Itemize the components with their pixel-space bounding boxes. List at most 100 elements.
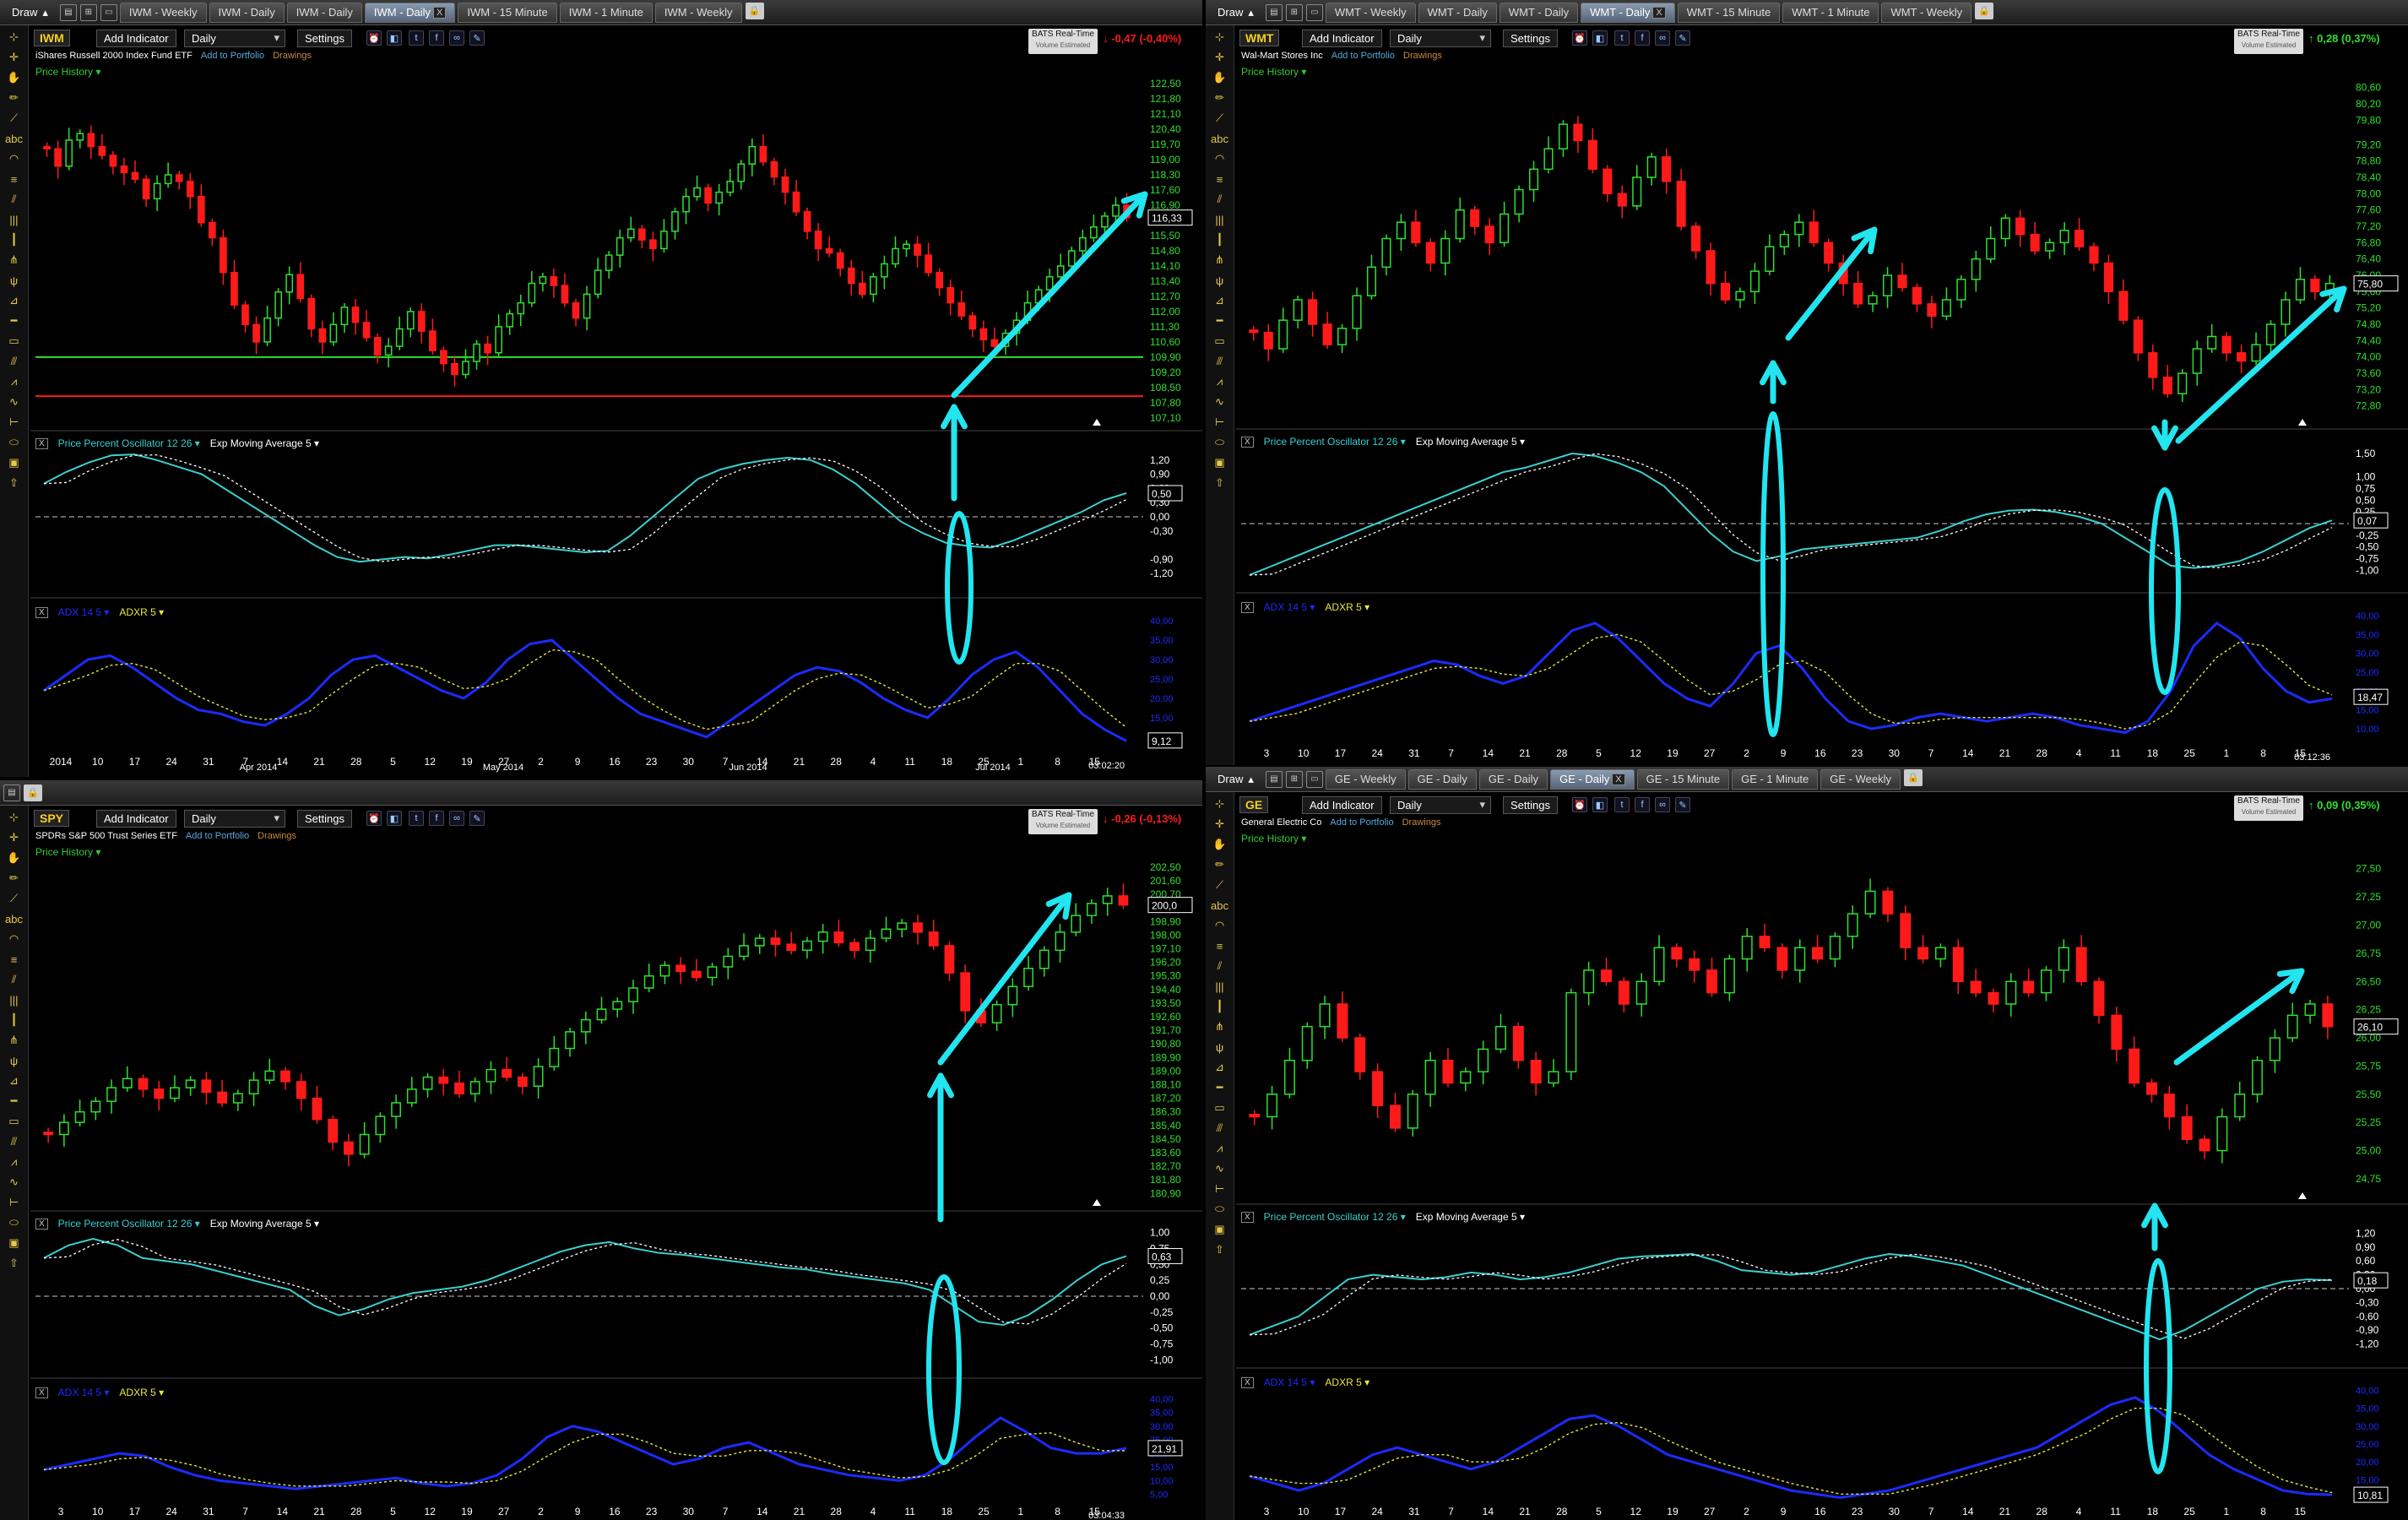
pencil-icon[interactable]: ✏: [1210, 90, 1230, 106]
draw-menu-button[interactable]: Draw ▴: [3, 3, 57, 23]
gann-icon[interactable]: ⊿: [4, 292, 24, 309]
trendline-icon[interactable]: ⟋: [4, 110, 24, 127]
tab-ge-1-minute-5[interactable]: GE - 1 Minute: [1732, 768, 1819, 790]
hand-icon[interactable]: ✋: [4, 850, 24, 866]
trendline-icon[interactable]: ⟋: [1210, 110, 1230, 127]
arc-icon[interactable]: ◠: [4, 931, 24, 947]
tab-iwm-daily-1[interactable]: IWM - Daily: [209, 2, 285, 23]
fork-icon[interactable]: ⋔: [4, 1032, 24, 1049]
channel-icon[interactable]: ⫽: [1210, 191, 1230, 208]
indicator-overlay-name[interactable]: Exp Moving Average 5 ▾: [1416, 1211, 1525, 1223]
close-indicator-button[interactable]: X: [35, 437, 48, 449]
gann-icon[interactable]: ⊿: [1210, 292, 1230, 309]
indicator-overlay-name[interactable]: ADXR 5 ▾: [1325, 601, 1369, 613]
fork-icon[interactable]: ⋔: [1210, 252, 1230, 269]
rectangle-icon[interactable]: ▭: [1210, 333, 1230, 350]
indicator-overlay-name[interactable]: Exp Moving Average 5 ▾: [210, 437, 319, 449]
zigzag-icon[interactable]: ⩘: [4, 373, 24, 390]
vertical-line-icon[interactable]: ┃: [4, 231, 24, 248]
note-icon[interactable]: ▣: [4, 454, 24, 471]
rectangle-icon[interactable]: ▭: [1210, 1099, 1230, 1116]
tab-wmt-daily-3[interactable]: WMT - Daily X: [1581, 2, 1675, 23]
layout-icon[interactable]: ▤: [1265, 770, 1283, 788]
close-indicator-button[interactable]: X: [1241, 436, 1254, 448]
tab-wmt-daily-1[interactable]: WMT - Daily: [1418, 2, 1497, 23]
tab-iwm-1-minute-5[interactable]: IWM - 1 Minute: [559, 2, 653, 23]
arc-icon[interactable]: ◠: [1210, 150, 1230, 167]
vertical-line-icon[interactable]: ┃: [1210, 231, 1230, 248]
fib-icon[interactable]: ≡: [1210, 171, 1230, 187]
tab-iwm-daily-3[interactable]: IWM - Daily X: [364, 2, 456, 23]
zigzag-icon[interactable]: ⩘: [1210, 373, 1230, 390]
regression-icon[interactable]: ⫻: [4, 1133, 24, 1150]
pencil-icon[interactable]: ✏: [1210, 856, 1230, 873]
price-history-label[interactable]: Price History ▾: [35, 66, 100, 78]
price-history-label[interactable]: Price History ▾: [1241, 66, 1306, 78]
text-icon[interactable]: abc: [4, 130, 24, 147]
indicator-name[interactable]: ADX 14 5 ▾: [58, 1387, 110, 1398]
rectangle-icon[interactable]: ▭: [4, 1113, 24, 1130]
tab-wmt-daily-2[interactable]: WMT - Daily: [1499, 2, 1579, 23]
rectangle-icon[interactable]: ▭: [4, 333, 24, 350]
pencil-icon[interactable]: ✏: [4, 90, 24, 106]
cursor-icon[interactable]: ⊹: [1210, 795, 1230, 812]
close-indicator-button[interactable]: X: [35, 606, 48, 618]
lock-icon[interactable]: 🔒: [24, 784, 42, 801]
tab-iwm-weekly-0[interactable]: IWM - Weekly: [119, 2, 207, 23]
indicator-name[interactable]: Price Percent Oscillator 12 26 ▾: [1264, 1211, 1406, 1223]
text-icon[interactable]: abc: [4, 910, 24, 927]
channel-icon[interactable]: ⫽: [1210, 958, 1230, 974]
indicator-overlay-name[interactable]: Exp Moving Average 5 ▾: [210, 1218, 319, 1230]
indicator-name[interactable]: ADX 14 5 ▾: [1264, 601, 1315, 613]
wave-icon[interactable]: ∿: [1210, 1160, 1230, 1177]
tab-ge-15-minute-4[interactable]: GE - 15 Minute: [1636, 768, 1730, 790]
pitchfork-icon[interactable]: ψ: [1210, 1039, 1230, 1056]
bars-icon[interactable]: |||: [1210, 211, 1230, 228]
grid-icon[interactable]: ⊞: [1285, 3, 1303, 21]
tab-iwm-weekly-6[interactable]: IWM - Weekly: [654, 2, 742, 23]
hand-icon[interactable]: ✋: [1210, 69, 1230, 86]
tab-iwm-daily-2[interactable]: IWM - Daily: [286, 2, 362, 23]
zigzag-icon[interactable]: ⩘: [1210, 1140, 1230, 1157]
layout-icon[interactable]: ▤: [59, 3, 77, 21]
price-history-label[interactable]: Price History ▾: [1241, 833, 1306, 844]
grid-icon[interactable]: ⊞: [79, 3, 97, 21]
ellipse-icon[interactable]: ⬭: [4, 434, 24, 451]
hand-icon[interactable]: ✋: [4, 69, 24, 86]
tab-ge-weekly-0[interactable]: GE - Weekly: [1325, 768, 1406, 790]
lock-icon[interactable]: 🔒: [1904, 768, 1923, 786]
price-history-label[interactable]: Price History ▾: [35, 846, 100, 858]
fork-icon[interactable]: ⋔: [1210, 1018, 1230, 1035]
tab-wmt-1-minute-5[interactable]: WMT - 1 Minute: [1782, 2, 1879, 23]
fib-icon[interactable]: ≡: [4, 951, 24, 968]
close-indicator-button[interactable]: X: [35, 1387, 48, 1398]
bars-icon[interactable]: |||: [4, 211, 24, 228]
horizontal-line-icon[interactable]: ━: [1210, 1079, 1230, 1096]
pitchfork-icon[interactable]: ψ: [4, 1052, 24, 1069]
tab-close-button[interactable]: X: [1612, 773, 1625, 785]
arc-icon[interactable]: ◠: [4, 150, 24, 167]
trendline-icon[interactable]: ⟋: [1210, 877, 1230, 893]
close-indicator-button[interactable]: X: [35, 1218, 48, 1230]
tab-ge-daily-1[interactable]: GE - Daily: [1407, 768, 1477, 790]
arrow-up-icon[interactable]: ⇧: [1210, 475, 1230, 491]
fork-icon[interactable]: ⋔: [4, 252, 24, 269]
measure-icon[interactable]: ⊢: [4, 414, 24, 431]
tab-wmt-weekly-0[interactable]: WMT - Weekly: [1325, 2, 1416, 23]
indicator-name[interactable]: Price Percent Oscillator 12 26 ▾: [1264, 436, 1406, 448]
crosshair-icon[interactable]: ✛: [4, 829, 24, 846]
indicator-overlay-name[interactable]: ADXR 5 ▾: [119, 1387, 164, 1398]
cursor-icon[interactable]: ⊹: [1210, 29, 1230, 46]
channel-icon[interactable]: ⫽: [4, 191, 24, 208]
zigzag-icon[interactable]: ⩘: [4, 1154, 24, 1170]
layout-icon[interactable]: ▤: [3, 784, 20, 801]
text-icon[interactable]: abc: [1210, 897, 1230, 914]
draw-menu-button[interactable]: Draw ▴: [1209, 3, 1262, 23]
arrow-up-icon[interactable]: ⇧: [1210, 1241, 1230, 1258]
text-icon[interactable]: abc: [1210, 130, 1230, 147]
fib-icon[interactable]: ≡: [1210, 937, 1230, 954]
close-indicator-button[interactable]: X: [1241, 1211, 1254, 1223]
cursor-icon[interactable]: ⊹: [4, 29, 24, 46]
lock-icon[interactable]: 🔒: [745, 2, 764, 19]
indicator-name[interactable]: ADX 14 5 ▾: [1264, 1376, 1315, 1388]
